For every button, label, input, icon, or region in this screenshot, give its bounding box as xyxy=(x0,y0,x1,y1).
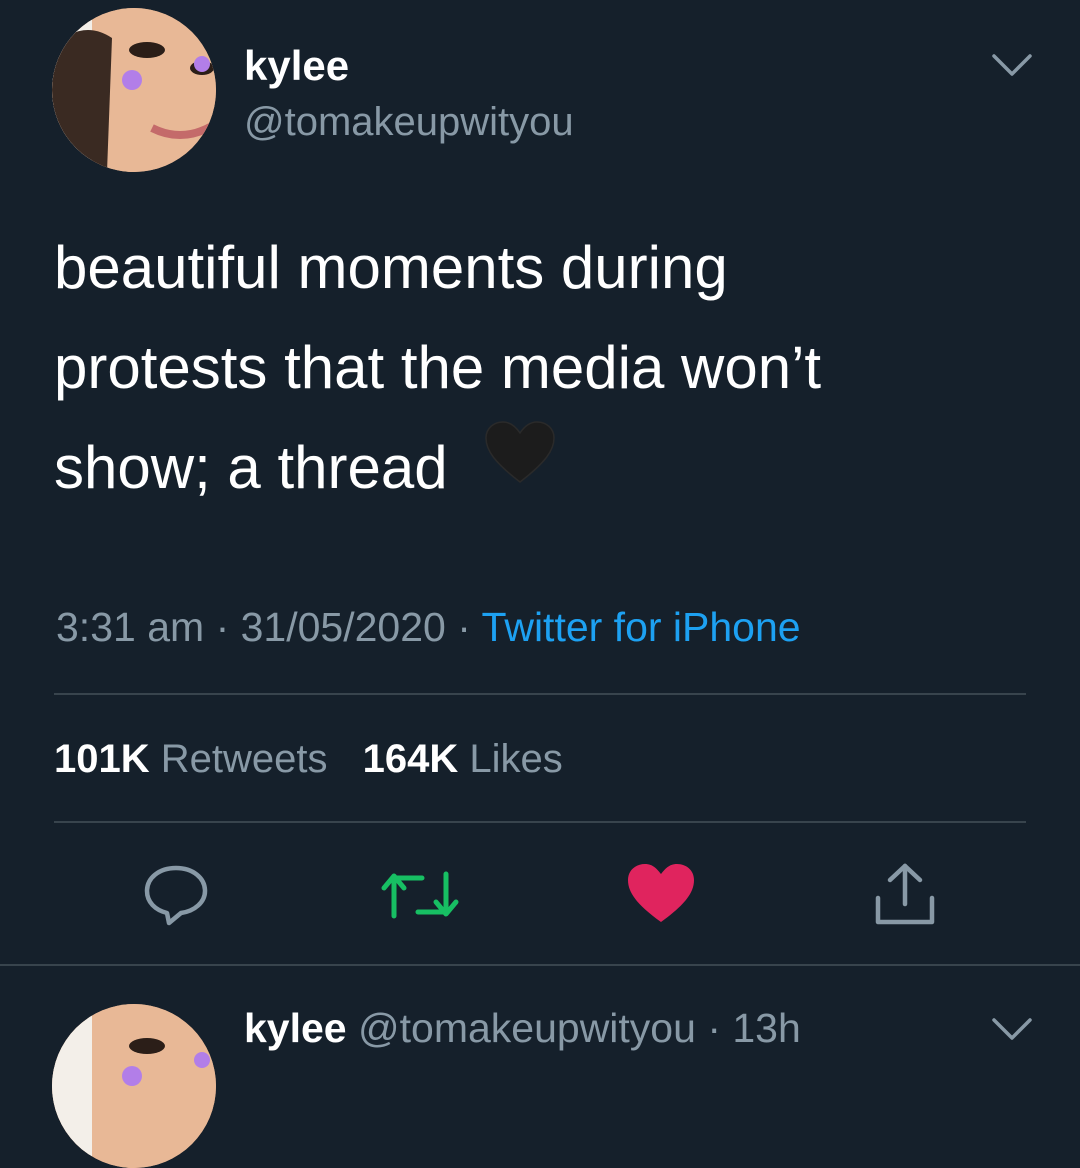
retweets-label: Retweets xyxy=(160,737,328,781)
divider xyxy=(0,964,1080,966)
reply-chevron-down-icon[interactable] xyxy=(990,1016,1034,1049)
tweet-source-link[interactable]: Twitter for iPhone xyxy=(482,604,801,650)
tweet-time: 3:31 am xyxy=(56,604,205,650)
tweet-text: beautiful moments during protests that t… xyxy=(54,218,1014,522)
author-handle[interactable]: @tomakeupwityou xyxy=(244,98,574,146)
likes-stat[interactable]: 164K Likes xyxy=(363,737,563,781)
meta-separator: · xyxy=(457,604,471,650)
divider xyxy=(54,693,1026,695)
tweet-text-line: show; a thread xyxy=(54,418,1014,522)
tweet-text-line: beautiful moments during xyxy=(54,234,728,301)
tweet-meta: 3:31 am · 31/05/2020 · Twitter for iPhon… xyxy=(56,602,801,652)
reply-time: 13h xyxy=(732,1005,801,1051)
tweet-text-line: protests that the media won’t xyxy=(54,334,822,401)
chevron-down-icon[interactable] xyxy=(990,52,1034,85)
share-icon[interactable] xyxy=(870,862,940,926)
tweet-date: 31/05/2020 xyxy=(240,604,446,650)
likes-label: Likes xyxy=(469,737,563,781)
black-heart-icon xyxy=(484,416,556,516)
retweets-count: 101K xyxy=(54,737,150,781)
author-name[interactable]: kylee xyxy=(244,42,349,90)
reply-author-handle[interactable]: @tomakeupwityou xyxy=(358,1005,696,1051)
retweet-icon[interactable] xyxy=(380,866,460,924)
likes-count: 164K xyxy=(362,737,459,781)
reply-author-name[interactable]: kylee xyxy=(244,1005,347,1051)
author-avatar[interactable] xyxy=(52,8,216,172)
divider xyxy=(54,821,1026,823)
retweets-stat[interactable]: 101K Retweets xyxy=(54,737,339,781)
like-icon[interactable] xyxy=(626,862,696,924)
reply-header: kylee @tomakeupwityou · 13h xyxy=(244,1004,801,1052)
reply-icon[interactable] xyxy=(143,864,209,926)
meta-separator: · xyxy=(215,604,230,650)
reply-author-avatar[interactable] xyxy=(52,1004,216,1168)
tweet-stats: 101K Retweets 164K Likes xyxy=(54,734,563,784)
meta-separator: · xyxy=(707,1005,721,1051)
